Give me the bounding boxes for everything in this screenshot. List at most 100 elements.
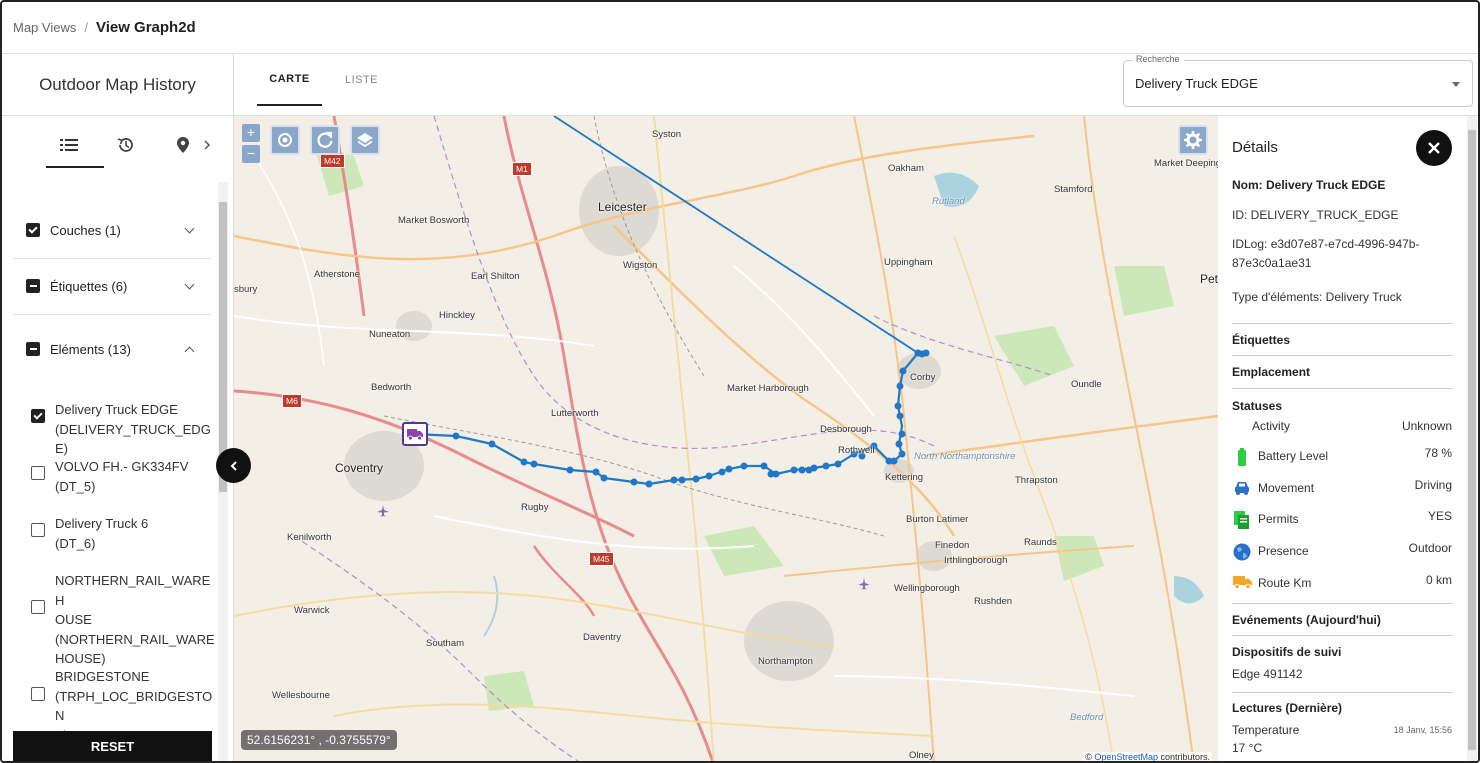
status-row-route-km: Route Km 0 km: [1232, 573, 1452, 593]
truck-icon: [1232, 574, 1252, 592]
attribution-suffix: contributors.: [1157, 752, 1210, 762]
map-label: sbury: [234, 284, 258, 295]
map-label: Syston: [652, 129, 682, 140]
section-evenements[interactable]: Evénements (Aujourd'hui): [1232, 613, 1381, 627]
chevron-right-icon[interactable]: [200, 132, 214, 158]
map-label: Kenilworth: [287, 532, 332, 543]
map-label: Kettering: [885, 472, 924, 483]
map-label: Daventry: [583, 632, 622, 643]
map-label: Rugby: [521, 502, 549, 513]
locate-button[interactable]: [270, 125, 300, 155]
chevron-up-icon[interactable]: [184, 346, 195, 357]
reading-value: 17 °C: [1232, 741, 1263, 755]
map-label: Rothwell: [838, 445, 875, 456]
route-points-layer: [452, 349, 930, 488]
details-scrollbar[interactable]: [1467, 116, 1477, 761]
item-checkbox[interactable]: [31, 687, 45, 701]
map-label: Coventry: [335, 461, 384, 475]
status-label: Activity: [1252, 419, 1291, 433]
divider: [13, 314, 211, 315]
list-item[interactable]: Delivery Truck 6 (DT_6): [31, 514, 216, 553]
sidebar-icon-tabs: [2, 116, 234, 176]
item-checkbox[interactable]: [31, 600, 45, 614]
road-shield: M42: [320, 154, 345, 168]
truck-marker[interactable]: [402, 422, 428, 446]
group-label-etiquettes: Étiquettes (6): [50, 278, 128, 294]
item-line: NORTHERN_RAIL_WAREH: [55, 573, 211, 608]
status-label: Route Km: [1258, 576, 1312, 590]
divider: [1232, 635, 1452, 636]
item-line: HOUSE): [55, 651, 106, 666]
cursor-coordinates: 52.6156231° , -0.3755579°: [241, 730, 397, 750]
layers-button[interactable]: [350, 125, 380, 155]
item-line: VOLVO FH.- GK334FV: [55, 459, 189, 474]
map-settings-button[interactable]: [1178, 125, 1208, 155]
group-couches[interactable]: Couches (1): [26, 215, 211, 245]
status-value: YES: [1427, 509, 1452, 523]
details-type: Type d'éléments: Delivery Truck: [1232, 290, 1402, 304]
status-row-permits: Permits YES: [1232, 509, 1452, 529]
left-panel-title-text: Outdoor Map History: [39, 74, 196, 94]
details-scrollbar-thumb[interactable]: [1468, 130, 1476, 750]
documents-icon: [1232, 510, 1252, 529]
zoom-out-button[interactable]: −: [242, 145, 260, 163]
group-elements[interactable]: Eléments (13): [26, 334, 211, 364]
list-icon[interactable]: [46, 132, 104, 168]
tab-liste[interactable]: LISTE: [334, 54, 389, 106]
crosshair-icon: [278, 133, 292, 147]
map-label: Leicester: [598, 200, 647, 214]
road-shield: M1: [512, 162, 532, 176]
group-etiquettes[interactable]: Étiquettes (6): [26, 271, 211, 301]
map-label: Bedworth: [371, 382, 412, 393]
details-idlog: IDLog: e3d07e87-e7cd-4996-947b- 87e3c0a1…: [1232, 235, 1452, 273]
car-icon: [1232, 479, 1252, 497]
zoom-in-button[interactable]: +: [242, 124, 260, 142]
etiquettes-checkbox[interactable]: [26, 279, 40, 293]
divider: [1232, 603, 1452, 604]
search-select[interactable]: Recherche Delivery Truck EDGE: [1123, 54, 1473, 107]
elements-checkbox[interactable]: [26, 342, 40, 356]
map-label: Olney: [909, 750, 934, 761]
item-line: (DT_6): [55, 535, 96, 551]
map-label: Raunds: [1024, 537, 1057, 548]
item-line: (DT_5): [55, 478, 96, 494]
map-label: Burton Latimer: [906, 514, 969, 525]
dropdown-caret-icon[interactable]: [1452, 82, 1460, 87]
breadcrumb-link-map-views[interactable]: Map Views: [13, 20, 76, 35]
chevron-down-icon[interactable]: [184, 223, 195, 234]
item-checkbox[interactable]: [31, 466, 45, 480]
route-points: [452, 349, 930, 488]
details-panel: Détails Nom: Delivery Truck EDGE ID: DEL…: [1218, 116, 1478, 761]
couches-checkbox[interactable]: [26, 223, 40, 237]
list-item[interactable]: VOLVO FH.- GK334FV (DT_5): [31, 457, 216, 496]
list-item[interactable]: Delivery Truck EDGE (DELIVERY_TRUCK_EDGE…: [31, 400, 216, 459]
details-name: Nom: Delivery Truck EDGE: [1232, 176, 1452, 195]
details-idlog-line: 87e3c0a1ae31: [1232, 256, 1312, 270]
section-emplacement[interactable]: Emplacement: [1232, 365, 1310, 379]
status-label: Permits: [1258, 512, 1299, 526]
group-label-elements: Eléments (13): [50, 341, 131, 357]
view-tabs: CARTE LISTE Recherche Delivery Truck EDG…: [234, 54, 1478, 116]
map-label: Oundle: [1071, 379, 1102, 390]
history-icon[interactable]: [111, 132, 141, 158]
section-etiquettes[interactable]: Étiquettes: [1232, 333, 1290, 347]
tab-carte[interactable]: CARTE: [257, 54, 322, 106]
map-label: Pet: [1200, 272, 1218, 286]
map-canvas[interactable]: Syston Oakham Leicester Market Bosworth …: [234, 116, 1218, 762]
close-details-button[interactable]: [1416, 130, 1452, 166]
battery-icon: [1232, 447, 1252, 466]
left-panel-title: Outdoor Map History: [2, 54, 234, 116]
collapse-sidebar-button[interactable]: [216, 448, 251, 483]
location-pin-icon[interactable]: [168, 132, 198, 158]
status-value: 78 %: [1424, 446, 1452, 460]
openstreetmap-link[interactable]: OpenStreetMap: [1094, 752, 1158, 761]
reset-button[interactable]: RESET: [13, 731, 212, 761]
status-value: 0 km: [1425, 573, 1452, 587]
item-checkbox[interactable]: [31, 409, 45, 423]
chevron-down-icon[interactable]: [184, 279, 195, 290]
item-checkbox[interactable]: [31, 523, 45, 537]
list-item[interactable]: NORTHERN_RAIL_WAREH OUSE (NORTHERN_RAIL_…: [31, 571, 216, 669]
status-value: Unknown: [1401, 419, 1452, 433]
refresh-button[interactable]: [310, 125, 340, 155]
item-line: (NORTHERN_RAIL_WARE: [55, 631, 215, 647]
